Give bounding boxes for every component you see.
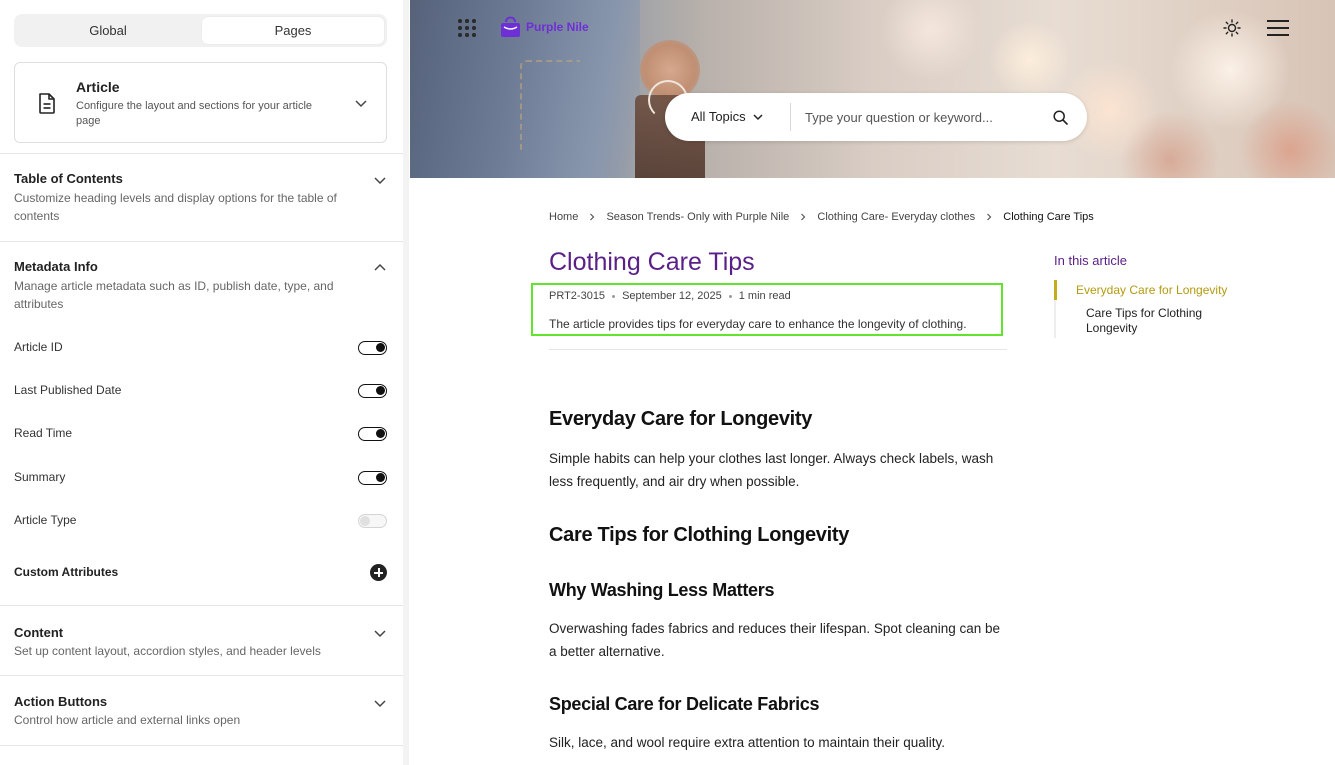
- breadcrumb-home[interactable]: Home: [549, 211, 578, 223]
- toggle-row-summary: Summary: [14, 468, 387, 488]
- subsection-heading: Why Washing Less Matters: [549, 580, 775, 600]
- article-date: September 12, 2025: [622, 290, 722, 302]
- search-icon[interactable]: [1053, 110, 1068, 125]
- toggle-row-read-time: Read Time: [14, 424, 387, 444]
- chevron-down-icon[interactable]: [373, 173, 387, 187]
- topic-dropdown[interactable]: All Topics: [691, 93, 746, 141]
- section-heading: Care Tips for Clothing Longevity: [549, 524, 850, 546]
- toggle-label: Read Time: [14, 426, 73, 440]
- page-type-title: Article: [76, 79, 120, 95]
- chevron-down-icon[interactable]: [753, 113, 763, 121]
- chevron-up-icon[interactable]: [373, 261, 387, 275]
- page-type-selector[interactable]: Article Configure the layout and section…: [14, 62, 387, 143]
- hamburger-menu-icon[interactable]: [1267, 19, 1289, 37]
- toggle-label: Summary: [14, 470, 66, 484]
- sun-icon[interactable]: [1223, 19, 1241, 37]
- section-table-of-contents: Table of Contents Customize heading leve…: [0, 153, 403, 241]
- section-metadata-subtitle: Manage article metadata such as ID, publ…: [14, 279, 334, 311]
- chevron-right-icon: [987, 213, 992, 221]
- section-content-subtitle: Set up content layout, accordion styles,…: [14, 644, 321, 658]
- breadcrumb-clothing-care[interactable]: Clothing Care- Everyday clothes: [817, 211, 975, 223]
- section-heading: Everyday Care for Longevity: [549, 408, 813, 430]
- app-root: Global Pages Article Configure the layou…: [0, 0, 1335, 765]
- scope-segmented-control: Global Pages: [14, 14, 387, 47]
- toggle-label: Article Type: [14, 513, 77, 527]
- article-meta: PRT2-3015 September 12, 2025 1 min read: [549, 290, 791, 302]
- article-id-toggle[interactable]: [358, 341, 387, 355]
- add-custom-attribute-button[interactable]: [370, 564, 387, 581]
- section-toc-title: Table of Contents: [14, 171, 123, 186]
- article-read-time: 1 min read: [738, 290, 791, 302]
- breadcrumb-current: Clothing Care Tips: [1003, 211, 1094, 224]
- section-content-title: Content: [14, 625, 64, 640]
- toggle-row-article-id: Article ID: [14, 338, 387, 358]
- page-type-subtitle: Configure the layout and sections for yo…: [76, 100, 313, 127]
- read-time-toggle[interactable]: [358, 427, 387, 441]
- settings-scrollbar[interactable]: [403, 0, 409, 765]
- last-published-date-toggle[interactable]: [358, 384, 387, 398]
- meta-divider: [549, 349, 1007, 350]
- search-bar: All Topics: [665, 93, 1087, 141]
- breadcrumb: Home Season Trends- Only with Purple Nil…: [549, 211, 1094, 223]
- section-paragraph: Silk, lace, and wool require extra atten…: [549, 735, 945, 750]
- section-metadata-info: Metadata Info Manage article metadata su…: [0, 241, 403, 605]
- section-paragraph: Overwashing fades fabrics and reduces th…: [549, 621, 1001, 659]
- hero-photo-seam: [520, 60, 580, 150]
- toc-item-everyday-care[interactable]: Everyday Care for Longevity: [1076, 283, 1227, 297]
- section-action-buttons: Action Buttons Control how article and e…: [0, 675, 403, 765]
- chevron-down-icon[interactable]: [373, 626, 387, 640]
- toc-active-indicator: [1054, 280, 1057, 300]
- tab-pages[interactable]: Pages: [202, 17, 384, 44]
- brand-name: Purple Nile: [526, 20, 589, 34]
- toggle-label: Last Published Date: [14, 383, 122, 397]
- section-actions-subtitle: Control how article and external links o…: [14, 713, 241, 727]
- search-input[interactable]: [805, 103, 1035, 131]
- search-divider: [790, 103, 791, 131]
- document-icon: [39, 93, 55, 114]
- tab-global[interactable]: Global: [17, 17, 199, 44]
- section-actions-title: Action Buttons: [14, 694, 108, 709]
- toc-heading: In this article: [1054, 253, 1127, 268]
- article-summary: The article provides tips for everyday c…: [549, 317, 967, 331]
- toc-item-care-tips[interactable]: Care Tips for Clothing Longevity: [1086, 306, 1226, 336]
- meta-separator-dot: [612, 294, 616, 298]
- section-toc-subtitle: Customize heading levels and display opt…: [14, 191, 337, 223]
- chevron-down-icon[interactable]: [373, 696, 387, 710]
- toggle-row-article-type: Article Type: [14, 511, 387, 531]
- chevron-right-icon: [590, 213, 595, 221]
- article-type-toggle[interactable]: [358, 514, 387, 528]
- settings-panel: Global Pages Article Configure the layou…: [0, 0, 409, 765]
- meta-separator-dot: [728, 294, 732, 298]
- toggle-row-last-published-date: Last Published Date: [14, 381, 387, 401]
- chevron-down-icon: [355, 100, 367, 108]
- article-title: Clothing Care Tips: [549, 248, 755, 276]
- article-id: PRT2-3015: [549, 290, 606, 302]
- toggle-label: Article ID: [14, 340, 63, 354]
- apps-grid-icon[interactable]: [458, 19, 476, 37]
- hero-banner: Purple Nile All Topics: [410, 0, 1335, 178]
- subsection-heading: Special Care for Delicate Fabrics: [549, 694, 820, 714]
- section-content: Content Set up content layout, accordion…: [0, 605, 403, 675]
- custom-attributes-row: Custom Attributes: [14, 563, 387, 583]
- section-metadata-title: Metadata Info: [14, 259, 98, 274]
- chevron-right-icon: [801, 213, 806, 221]
- divider: [0, 745, 403, 746]
- shopping-bag-logo-icon: [501, 16, 520, 37]
- breadcrumb-season-trends[interactable]: Season Trends- Only with Purple Nile: [606, 211, 789, 223]
- section-paragraph: Simple habits can help your clothes last…: [549, 451, 994, 489]
- custom-attributes-label: Custom Attributes: [14, 565, 119, 579]
- summary-toggle[interactable]: [358, 471, 387, 485]
- article-preview: Purple Nile All Topics Type your questio…: [410, 0, 1335, 765]
